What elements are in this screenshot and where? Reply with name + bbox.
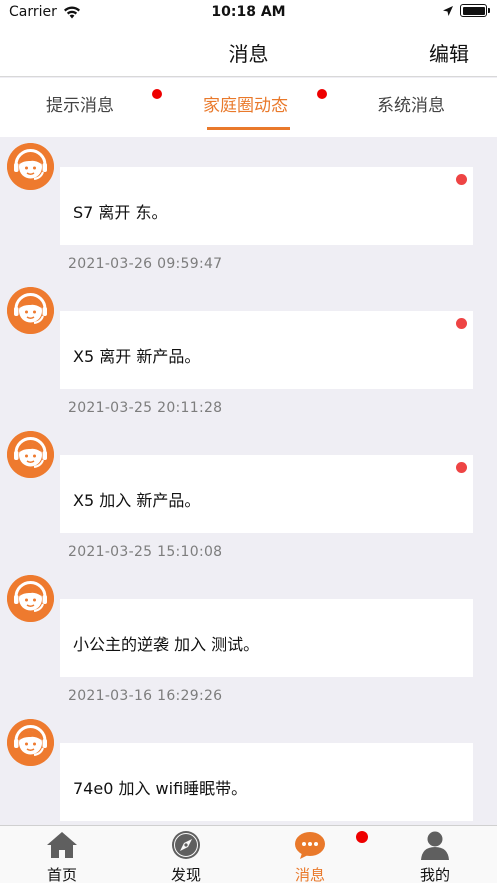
tab-label: 提示消息: [46, 96, 114, 116]
status-bar: Carrier 10:18 AM: [0, 0, 497, 26]
tabbar-item-messages[interactable]: 消息: [270, 826, 350, 883]
battery-icon: [460, 4, 490, 17]
messages-tab-badge: [356, 831, 368, 843]
avatar-icon[interactable]: [7, 287, 54, 334]
home-icon: [47, 832, 77, 858]
message-timestamp: 2021-03-25 20:11:28: [68, 400, 223, 416]
compass-icon: [172, 831, 200, 859]
tabbar-label: 消息: [294, 866, 325, 883]
avatar-icon[interactable]: [7, 575, 54, 622]
message-card[interactable]: 74e0 加入 wifi睡眠带。: [60, 743, 473, 821]
tab-notifications[interactable]: 提示消息: [46, 78, 136, 137]
tab-notifications-badge: [152, 89, 162, 99]
tabbar-label: 首页: [46, 866, 77, 883]
edit-button[interactable]: 编辑: [429, 38, 469, 67]
tabbar-item-home[interactable]: 首页: [22, 826, 102, 883]
message-card[interactable]: X5 加入 新产品。: [60, 455, 473, 533]
message-text: X5 离开 新产品。: [73, 347, 201, 366]
avatar-icon[interactable]: [7, 719, 54, 766]
message-text: X5 加入 新产品。: [73, 491, 201, 510]
message-text: S7 离开 东。: [73, 203, 168, 222]
message-card[interactable]: X5 离开 新产品。: [60, 311, 473, 389]
message-timestamp: 2021-03-16 16:29:26: [68, 688, 223, 704]
message-card[interactable]: S7 离开 东。: [60, 167, 473, 245]
unread-dot: [456, 318, 467, 329]
message-timestamp: 2021-03-25 15:10:08: [68, 544, 223, 560]
person-icon: [421, 831, 449, 860]
avatar-icon[interactable]: [7, 143, 54, 190]
navigation-bar: 消息 编辑: [0, 26, 497, 77]
list-item[interactable]: 小公主的逆袭 加入 测试。 2021-03-16 16:29:26: [0, 569, 497, 713]
status-right: [442, 4, 490, 17]
location-arrow-icon: [443, 5, 453, 16]
tabbar-label: 我的: [419, 866, 450, 883]
page-title: 消息: [228, 42, 269, 66]
message-card[interactable]: 小公主的逆袭 加入 测试。: [60, 599, 473, 677]
tab-system-messages[interactable]: 系统消息: [377, 78, 467, 137]
message-text: 小公主的逆袭 加入 测试。: [73, 635, 260, 654]
list-item[interactable]: X5 离开 新产品。 2021-03-25 20:11:28: [0, 281, 497, 425]
list-item[interactable]: 74e0 加入 wifi睡眠带。: [0, 713, 497, 825]
unread-dot: [456, 462, 467, 473]
tabbar-label: 发现: [170, 866, 201, 883]
list-item[interactable]: S7 离开 东。 2021-03-26 09:59:47: [0, 137, 497, 281]
avatar-icon[interactable]: [7, 431, 54, 478]
active-tab-indicator: [207, 127, 290, 130]
tabbar-item-discover[interactable]: 发现: [146, 826, 226, 883]
list-item[interactable]: X5 加入 新产品。 2021-03-25 15:10:08: [0, 425, 497, 569]
message-text: 74e0 加入 wifi睡眠带。: [73, 779, 248, 798]
tabbar-item-profile[interactable]: 我的: [395, 826, 475, 883]
unread-dot: [456, 174, 467, 185]
tab-label: 家庭圈动态: [203, 96, 288, 116]
tab-label: 系统消息: [377, 96, 445, 116]
clock: 10:18 AM: [211, 4, 286, 20]
bottom-tab-bar: 首页 发现 消息 我的: [0, 825, 497, 883]
tab-family-circle-badge: [317, 89, 327, 99]
message-feed[interactable]: S7 离开 东。 2021-03-26 09:59:47 X5 离开 新产品。: [0, 137, 497, 825]
message-category-tabs: 提示消息 家庭圈动态 系统消息: [0, 78, 497, 137]
chat-bubble-icon: [295, 832, 325, 859]
message-timestamp: 2021-03-26 09:59:47: [68, 256, 223, 272]
